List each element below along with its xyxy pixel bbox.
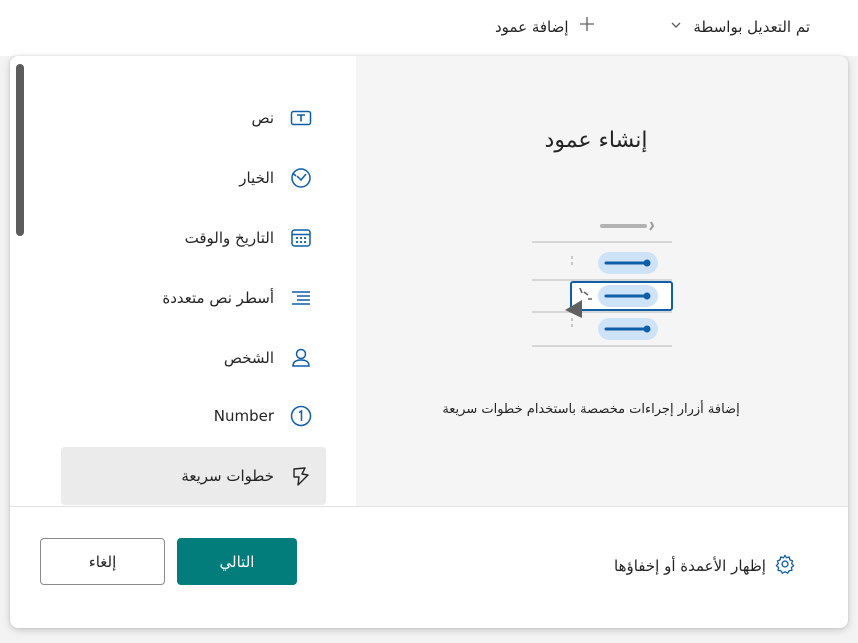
type-item-number[interactable]: Number <box>61 387 326 445</box>
show-hide-columns-label: إظهار الأعمدة أو إخفاؤها <box>614 557 766 575</box>
modified-by-column-header[interactable]: تم التعديل بواسطة <box>660 16 810 37</box>
type-item-quick-steps[interactable]: خطوات سريعة <box>61 447 326 505</box>
type-label-datetime: التاريخ والوقت <box>184 229 274 247</box>
type-label-person: الشخص <box>223 349 274 367</box>
column-type-list: نص الخيار التاريخ والوقت أسطر نص متعددة <box>10 56 356 506</box>
add-column-button[interactable]: إضافة عمود <box>495 16 595 37</box>
show-hide-columns-link[interactable]: إظهار الأعمدة أو إخفاؤها <box>614 553 796 579</box>
text-icon <box>288 105 314 131</box>
scrollbar[interactable] <box>16 64 24 236</box>
multiline-text-icon <box>288 285 314 311</box>
choice-icon <box>288 165 314 191</box>
type-item-person[interactable]: الشخص <box>61 329 326 387</box>
preview-description: إضافة أزرار إجراءات مخصصة باستخدام خطوات… <box>442 402 740 417</box>
add-column-label: إضافة عمود <box>495 17 569 36</box>
type-item-choice[interactable]: الخيار <box>61 149 326 207</box>
chevron-down-icon[interactable] <box>669 16 683 37</box>
create-column-dialog: نص الخيار التاريخ والوقت أسطر نص متعددة <box>10 56 848 628</box>
column-type-preview: إنشاء عمود إضافة أزرار إجراءات مخصصة باس… <box>356 56 848 506</box>
type-item-datetime[interactable]: التاريخ والوقت <box>61 209 326 267</box>
cancel-button[interactable]: إلغاء <box>40 538 165 585</box>
type-item-text[interactable]: نص <box>61 89 326 147</box>
calendar-icon <box>288 225 314 251</box>
plus-icon <box>579 16 595 37</box>
type-label-quick-steps: خطوات سريعة <box>181 467 274 485</box>
person-icon <box>288 345 314 371</box>
top-command-bar: تم التعديل بواسطة إضافة عمود <box>0 0 858 56</box>
type-label-text: نص <box>251 109 274 127</box>
modified-by-label: تم التعديل بواسطة <box>693 17 810 36</box>
type-item-multiline-text[interactable]: أسطر نص متعددة <box>61 269 326 327</box>
preview-title: إنشاء عمود <box>544 128 648 153</box>
type-label-number: Number <box>213 407 274 425</box>
next-button[interactable]: التالي <box>177 538 297 585</box>
number-icon <box>288 403 314 429</box>
quick-steps-illustration <box>532 221 673 347</box>
type-label-multiline: أسطر نص متعددة <box>162 289 274 307</box>
footer-divider <box>10 506 848 507</box>
gear-icon <box>774 553 796 579</box>
type-label-choice: الخيار <box>239 169 274 187</box>
quick-steps-icon <box>288 463 314 489</box>
